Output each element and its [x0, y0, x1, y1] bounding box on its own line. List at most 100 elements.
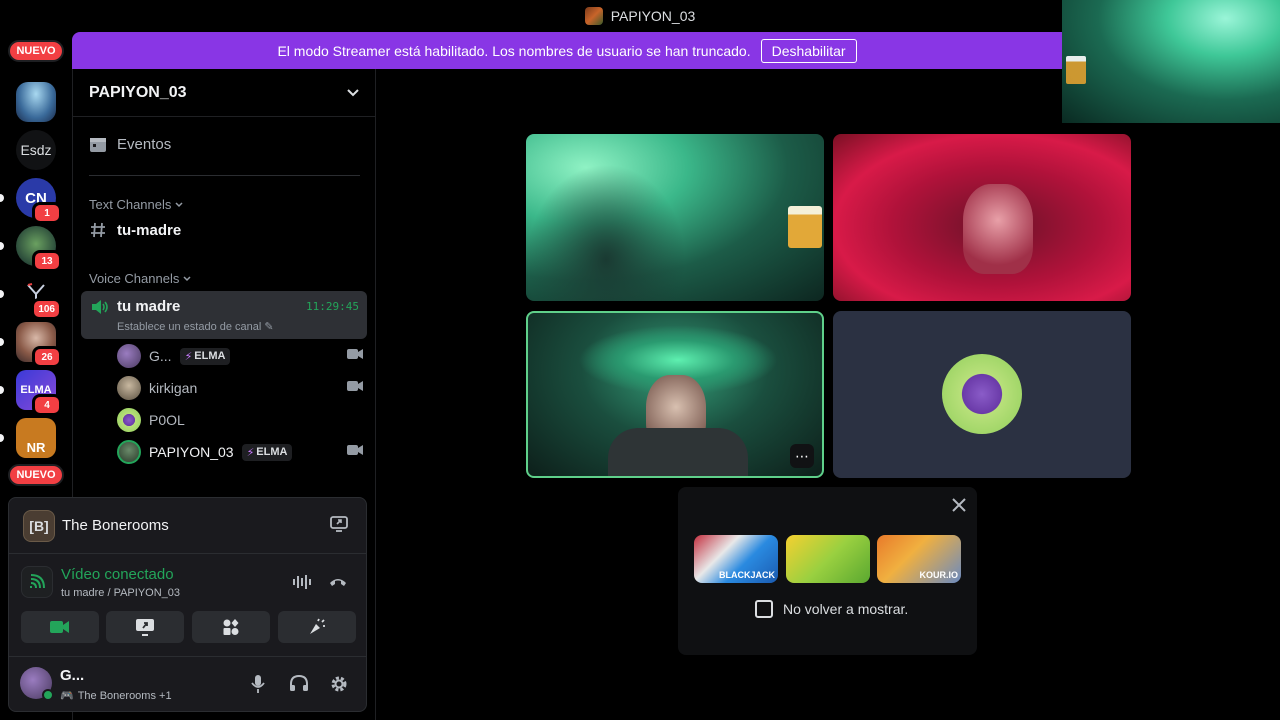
activity-label: BLACKJACK [719, 570, 775, 580]
server-zombie[interactable]: 13 [0, 226, 62, 272]
events-label: Eventos [117, 135, 172, 153]
video-camera-icon [50, 621, 69, 633]
guild-name: PAPIYON_03 [89, 83, 187, 101]
category-label: Voice Channels [89, 271, 180, 286]
server-portrait[interactable]: 26 [0, 322, 62, 368]
voice-panel-header: [B] The Bonerooms [9, 498, 366, 554]
banner-message: El modo Streamer está habilitado. Los no… [277, 42, 751, 59]
activity-farm[interactable] [786, 535, 870, 583]
checkbox[interactable] [755, 600, 773, 618]
avatar [117, 408, 141, 432]
calendar-icon [90, 138, 106, 152]
chevron-down-icon [347, 88, 359, 96]
video-tile-active[interactable]: ⋯ [526, 311, 824, 478]
camera-icon [347, 381, 363, 391]
text-channels-category[interactable]: Text Channels [89, 197, 183, 212]
unread-pill [0, 386, 4, 394]
voice-channel-name: tu madre [117, 298, 181, 315]
mention-badge: 13 [32, 250, 62, 272]
call-timer: 11:29:45 [306, 300, 359, 313]
chevron-down-icon [175, 201, 183, 207]
headphones-icon[interactable] [289, 674, 309, 692]
unread-pill [0, 290, 4, 298]
guild-tag: ⚡ ELMA [179, 347, 231, 365]
server-icon: [B] [23, 510, 55, 542]
speaker-icon [92, 300, 108, 314]
unread-pill [0, 338, 4, 346]
noise-suppression-icon[interactable] [292, 574, 312, 590]
connection-location[interactable]: tu madre / PAPIYON_03 [61, 587, 180, 599]
new-badge[interactable]: NUEVO [8, 40, 64, 62]
soundboard-button[interactable] [278, 611, 356, 643]
avatar [117, 344, 141, 368]
voice-panel: [B] The Bonerooms Vídeo conectado tu mad… [8, 497, 367, 712]
server-cn[interactable]: CN 1 [0, 178, 62, 224]
member-name: PAPIYON_03 [149, 444, 234, 460]
new-badge[interactable]: NUEVO [8, 464, 64, 486]
server-nr[interactable]: NR [0, 418, 56, 458]
gear-icon[interactable] [329, 674, 349, 694]
online-status-dot [42, 689, 54, 701]
user-activity: 🎮 The Bonerooms +1 [60, 689, 172, 703]
camera-icon [347, 349, 363, 359]
signal-icon[interactable] [21, 566, 53, 598]
pip-video[interactable] [1062, 0, 1280, 123]
guild-tag: ⚡ ELMA [241, 443, 293, 461]
unread-pill [0, 434, 4, 442]
beer-glass [1066, 56, 1086, 84]
video-stage: ⋯ BLACKJACK KOUR.IO No volver a mostrar. [376, 69, 1280, 720]
video-tile[interactable] [526, 134, 824, 301]
popout-icon[interactable] [330, 516, 348, 532]
guild-tag-label: ELMA [256, 446, 288, 458]
category-label: Text Channels [89, 197, 172, 212]
user-activity-label: The Bonerooms +1 [77, 689, 172, 702]
screen-share-icon [136, 619, 154, 636]
divider [89, 175, 360, 176]
server-landscape[interactable] [16, 82, 56, 122]
voice-member[interactable]: P0OL [117, 406, 363, 434]
video-tile-avatar[interactable] [833, 311, 1131, 478]
activity-label: KOUR.IO [919, 570, 958, 580]
channel-status-label: Establece un estado de canal [117, 321, 262, 333]
gamepad-icon: 🎮 [60, 690, 74, 702]
voice-member[interactable]: G... ⚡ ELMA [117, 342, 363, 370]
close-icon[interactable] [951, 497, 967, 513]
voice-member[interactable]: kirkigan [117, 374, 363, 402]
mention-badge: 26 [32, 346, 62, 368]
voice-channel-tu-madre[interactable]: tu madre 11:29:45 Establece un estado de… [81, 291, 367, 339]
activities-button[interactable] [192, 611, 270, 643]
activities-icon [223, 619, 239, 635]
text-channel-tu-madre[interactable]: tu-madre [89, 221, 181, 239]
pencil-icon: ✎ [264, 321, 274, 333]
server-elma[interactable]: ELMA 4 [0, 370, 62, 416]
hockey-mask [963, 184, 1033, 274]
microphone-icon[interactable] [251, 674, 265, 694]
activity-blackjack[interactable]: BLACKJACK [694, 535, 778, 583]
disable-streamer-button[interactable]: Deshabilitar [760, 38, 857, 63]
avatar [117, 440, 141, 464]
member-name: G... [149, 348, 172, 364]
mention-badge: 1 [32, 202, 62, 224]
avatar [117, 376, 141, 400]
disconnect-icon[interactable] [328, 574, 348, 588]
activity-kour[interactable]: KOUR.IO [877, 535, 961, 583]
beer-glass [788, 206, 822, 248]
events-row[interactable]: Eventos [89, 135, 359, 153]
member-name: P0OL [149, 412, 185, 428]
user-name[interactable]: G... [60, 667, 84, 684]
camera-toggle-button[interactable] [21, 611, 99, 643]
server-esdz[interactable]: Esdz [16, 130, 56, 170]
unread-pill [0, 194, 4, 202]
server-name[interactable]: The Bonerooms [62, 517, 169, 534]
screen-share-button[interactable] [106, 611, 184, 643]
connection-status-text: Vídeo conectado [61, 566, 174, 583]
dont-show-again-checkbox[interactable]: No volver a mostrar. [755, 600, 908, 618]
video-tile[interactable] [833, 134, 1131, 301]
voice-channels-category[interactable]: Voice Channels [89, 271, 191, 286]
checkbox-label: No volver a mostrar. [783, 601, 909, 617]
guild-header[interactable]: PAPIYON_03 [73, 69, 375, 117]
more-options-button[interactable]: ⋯ [790, 444, 814, 468]
channel-status-prompt[interactable]: Establece un estado de canal ✎ [117, 320, 274, 333]
server-cross[interactable]: 106 [0, 274, 62, 320]
voice-member[interactable]: PAPIYON_03 ⚡ ELMA [117, 438, 363, 466]
